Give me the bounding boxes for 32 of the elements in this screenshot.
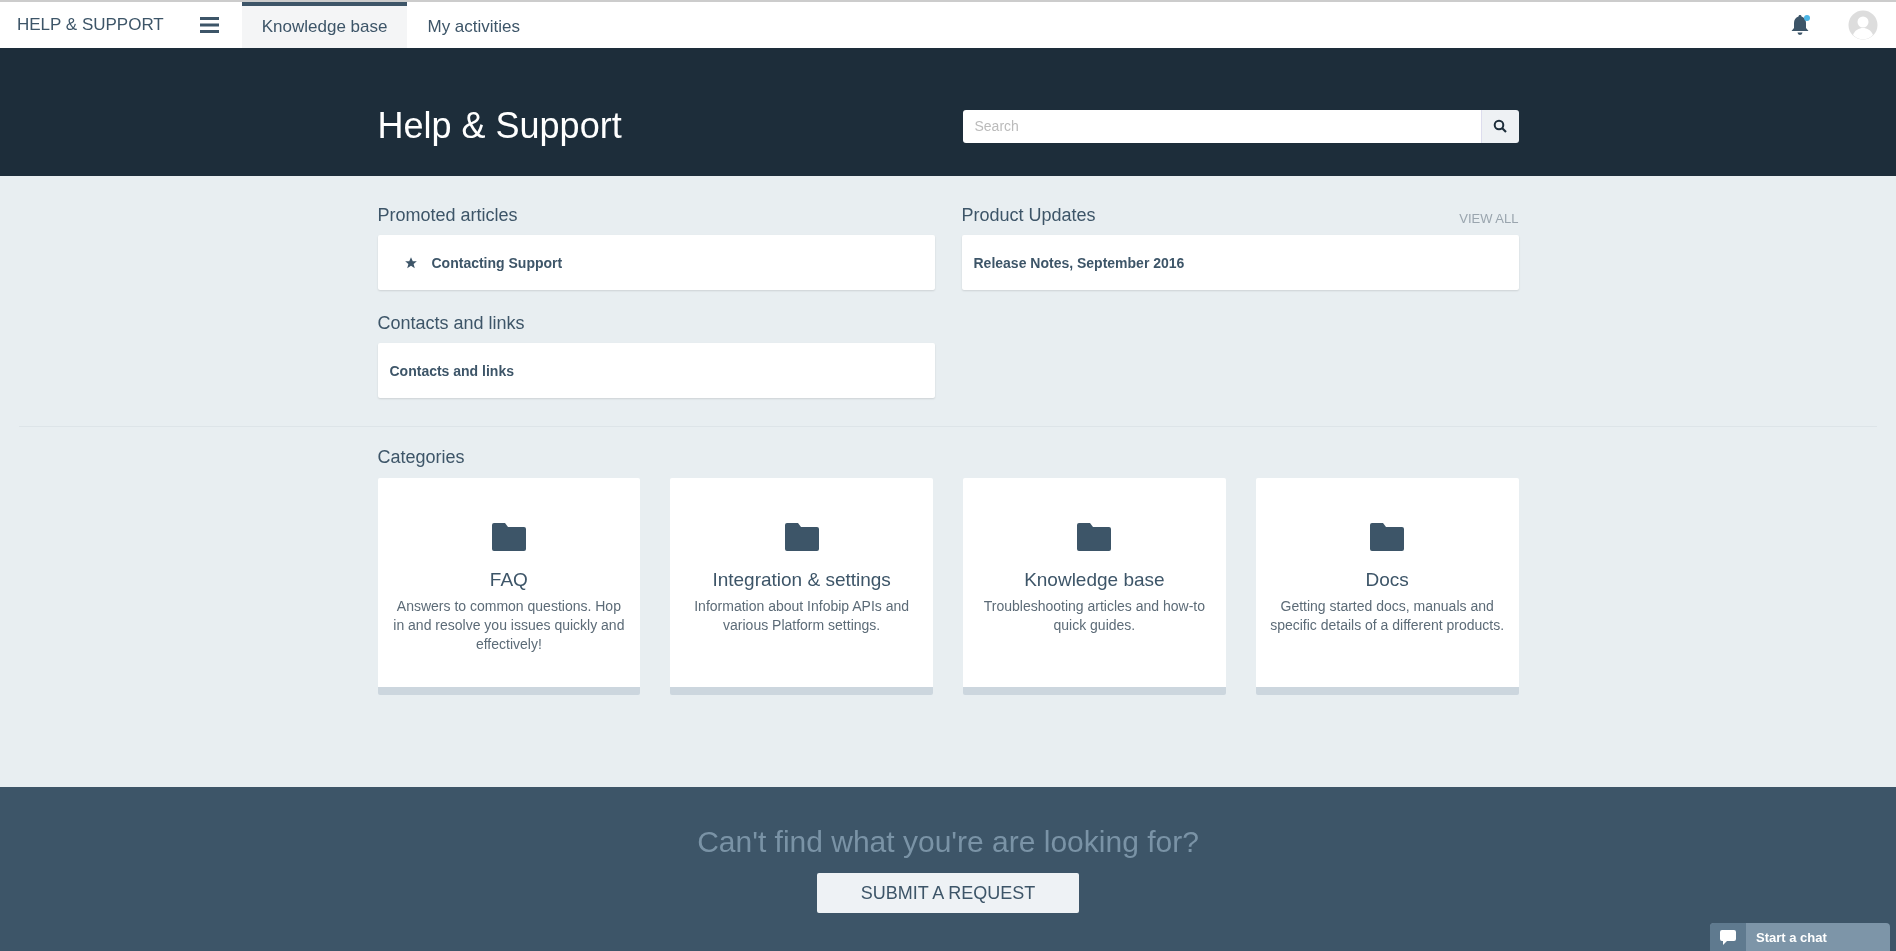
section-heading: Categories <box>377 447 465 468</box>
chat-bubble-icon <box>1720 929 1736 945</box>
folder-icon <box>491 523 526 551</box>
search-field[interactable]: Search <box>962 109 1481 143</box>
category-card[interactable]: Docs Getting started docs, manuals and specific details of a different products. <box>1255 478 1519 695</box>
folder-icon <box>784 523 819 551</box>
folder-icon <box>1370 523 1405 551</box>
submit-request-button[interactable]: SUBMIT A REQUEST <box>817 873 1079 913</box>
category-description: Troubleshooting articles and how-to quick guides. <box>982 597 1206 635</box>
section-heading: Product Updates <box>961 205 1096 226</box>
category-title: Docs <box>1365 569 1409 591</box>
category-description: Information about Infobip APIs and various Platform settings. <box>693 597 911 635</box>
section-heading: Promoted articles <box>377 205 518 226</box>
footer-question: Can't find what you're are looking for? <box>697 825 1199 859</box>
category-title: FAQ <box>489 569 528 591</box>
category-card[interactable]: Integration & settings Information about Infobip APIs and various Platform settings. <box>670 478 933 695</box>
star-icon <box>403 255 418 270</box>
article-link[interactable]: Contacting Support <box>377 235 935 290</box>
nav-tab[interactable]: Knowledge base <box>241 2 408 48</box>
category-title: Knowledge base <box>1024 569 1165 591</box>
category-title: Integration & settings <box>712 569 891 591</box>
search-icon[interactable] <box>1480 109 1519 143</box>
article-link[interactable]: Contacts and links <box>377 343 935 398</box>
category-description: Answers to common questions. Hop in and resolve you issues quickly and effectively! <box>392 597 626 654</box>
category-card[interactable]: Knowledge base Troubleshooting articles and how-to quick guides. <box>963 478 1226 695</box>
category-card[interactable]: FAQ Answers to common questions. Hop in and resolve you issues quickly and effectively! <box>377 478 641 695</box>
folder-icon <box>1077 523 1112 551</box>
page-title: Help & Support <box>377 105 622 147</box>
section-heading: Contacts and links <box>377 313 525 334</box>
category-description: Getting started docs, manuals and specific details of a different products. <box>1269 597 1505 635</box>
article-link[interactable]: Release Notes, September 2016 <box>961 235 1519 290</box>
brand-title: HELP & SUPPORT <box>16 14 165 36</box>
